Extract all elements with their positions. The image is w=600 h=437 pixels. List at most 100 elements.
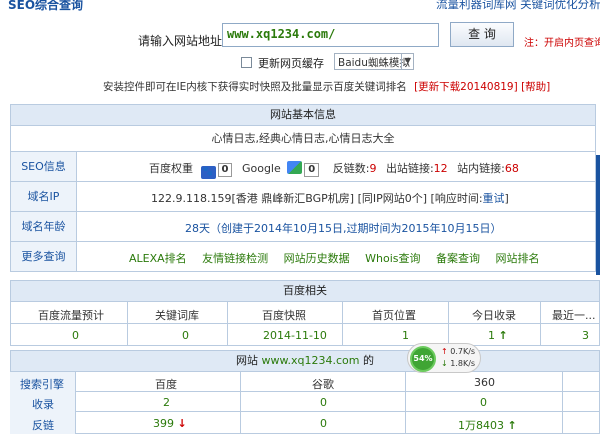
val-today-index: 1 ↑	[488, 329, 508, 342]
col-snapshot: 百度快照	[262, 309, 306, 322]
index-row-label: 收录	[32, 398, 54, 411]
arrow-up-icon: ↑	[498, 329, 508, 342]
index-360[interactable]: 0	[480, 396, 487, 409]
more-queries-label[interactable]: 更多查询	[11, 242, 77, 271]
backlinks-value[interactable]: 9	[369, 162, 376, 175]
engines-header: 网站 www.xq1234.com 的	[10, 350, 600, 372]
domain-age-row: 域名年龄 28天（创建于2014年10月15日,过期时间为2015年10月15日…	[10, 212, 596, 242]
download-speed-value: 1.8K/s	[450, 359, 476, 368]
val-snapshot[interactable]: 2014-11-10	[263, 329, 327, 342]
domain-age-label[interactable]: 域名年龄	[11, 212, 77, 241]
engines-heading-domain[interactable]: www.xq1234.com	[262, 354, 360, 367]
google-pr-value[interactable]: 0	[304, 163, 320, 177]
backlinks-google[interactable]: 0	[320, 417, 327, 430]
backlinks-label: 反链数:	[332, 162, 370, 175]
col-recent: 最近一...	[552, 309, 596, 322]
index-google[interactable]: 0	[320, 396, 327, 409]
response-label: [响应时间:	[430, 192, 483, 205]
site-rank-link[interactable]: 网站排名	[496, 252, 540, 265]
engine-col-360: 360	[474, 376, 495, 389]
col-keywords: 关键词库	[155, 309, 199, 322]
domain-ip-label[interactable]: 域名IP	[11, 182, 77, 211]
grid-divider	[405, 372, 406, 434]
col-today-index: 今日收录	[472, 309, 516, 322]
seo-info-row: SEO信息 百度权重 🐾 0 Google 0 反链数:9 出站链接:12 站内链…	[10, 152, 596, 182]
site-title-row: 心情日志,经典心情日志,心情日志大全	[10, 126, 596, 152]
ip-info: 122.9.118.159[香港 鼎峰新汇BGP机房] [同IP网站0个] [响…	[151, 190, 509, 206]
seo-metrics: 百度权重 🐾 0 Google 0 反链数:9 出站链接:12 站内链接:68	[149, 160, 519, 179]
upload-speed: ↑ 0.7K/s	[441, 347, 475, 356]
page-title: SEO综合查询	[8, 0, 84, 12]
help-link[interactable]: [帮助]	[521, 81, 550, 93]
val-traffic: 0	[72, 329, 79, 342]
url-label: 请输入网站地址：	[138, 34, 235, 48]
network-speed-widget[interactable]: 54% ↑ 0.7K/s ↓ 1.8K/s	[407, 343, 481, 373]
inner-page-note[interactable]: 注：开启内页查询	[524, 34, 600, 49]
val-keywords[interactable]: 0	[182, 329, 189, 342]
baidu-weight-value[interactable]: 0	[217, 163, 233, 177]
more-queries-row: 更多查询 ALEXA排名 友情链接检测 网站历史数据 Whois查询 备案查询 …	[10, 242, 596, 272]
grid-divider	[342, 302, 343, 346]
top-nav-links[interactable]: 流量利器词库网 关键词优化分析	[436, 0, 600, 12]
upload-speed-value: 0.7K/s	[450, 347, 476, 356]
friend-link-check[interactable]: 友情链接检测	[202, 252, 268, 265]
top-bar: SEO综合查询 流量利器词库网 关键词优化分析	[0, 0, 600, 14]
col-traffic: 百度流量预计	[38, 309, 104, 322]
outbound-value[interactable]: 12	[434, 162, 448, 175]
backlinks-row-label: 反链	[32, 419, 54, 432]
google-label: Google	[241, 162, 281, 175]
retest-link[interactable]: 重试	[483, 192, 505, 205]
basic-info-header: 网站基本信息	[10, 104, 596, 126]
engines-row-index	[10, 392, 600, 412]
side-tab[interactable]	[596, 155, 600, 275]
speed-percent: 54%	[410, 346, 436, 372]
backlinks-360[interactable]: 1万8403	[458, 419, 504, 432]
baidu-weight-label: 百度权重	[149, 162, 193, 175]
outbound-label: 出站链接:	[385, 162, 434, 175]
grid-divider	[227, 302, 228, 346]
grid-divider	[540, 302, 541, 346]
backlinks-360-cell: 1万8403 ↑	[458, 417, 517, 433]
baidu-heading: 百度相关	[283, 284, 327, 297]
internal-value[interactable]: 68	[505, 162, 519, 175]
index-baidu[interactable]: 2	[163, 396, 170, 409]
backlinks-baidu-cell: 399 ↓	[153, 417, 187, 430]
backlinks-baidu[interactable]: 399	[153, 417, 174, 430]
grid-divider	[127, 302, 128, 346]
query-button[interactable]: 查 询	[450, 22, 514, 47]
engine-col-baidu: 百度	[155, 378, 177, 391]
upload-arrow-icon: ↑	[441, 347, 448, 356]
download-arrow-icon: ↓	[441, 359, 448, 368]
engines-columns-row	[10, 372, 600, 392]
grid-divider	[562, 372, 563, 434]
val-recent: 3	[582, 329, 589, 342]
update-cache-checkbox[interactable]	[241, 57, 252, 68]
seo-info-label[interactable]: SEO信息	[11, 152, 77, 181]
more-queries-links: ALEXA排名 友情链接检测 网站历史数据 Whois查询 备案查询 网站排名	[129, 250, 540, 266]
history-data-link[interactable]: 网站历史数据	[284, 252, 350, 265]
baidu-paw-icon: 🐾	[200, 166, 216, 179]
basic-info-heading: 网站基本信息	[270, 108, 336, 121]
update-cache-label: 更新网页缓存	[258, 57, 324, 70]
col-home-position: 首页位置	[372, 309, 416, 322]
install-text: 安装控件即可在IE内核下获得实时快照及批量显示百度关键词排名	[103, 81, 407, 93]
domain-ip-row: 域名IP 122.9.118.159[香港 鼎峰新汇BGP机房] [同IP网站0…	[10, 182, 596, 212]
engine-col-label: 搜索引擎	[20, 378, 64, 391]
same-ip-link[interactable]: [同IP网站0个]	[358, 192, 427, 205]
beian-link[interactable]: 备案查询	[436, 252, 480, 265]
url-input[interactable]: www.xq1234.com/	[222, 23, 439, 47]
engine-col-google: 谷歌	[312, 378, 334, 391]
engines-heading-suffix: 的	[362, 354, 374, 367]
whois-link[interactable]: Whois查询	[365, 252, 420, 265]
google-pr-icon	[287, 161, 303, 174]
chevron-down-icon[interactable]: ▼	[401, 53, 414, 70]
val-today-index-number[interactable]: 1	[488, 329, 495, 342]
arrow-up-icon: ↑	[507, 419, 517, 432]
download-link[interactable]: [更新下载20140819]	[414, 81, 518, 93]
arrow-down-icon: ↓	[177, 417, 187, 430]
response-close: ]	[504, 192, 509, 205]
site-title: 心情日志,经典心情日志,心情日志大全	[211, 132, 395, 145]
alexa-link[interactable]: ALEXA排名	[129, 252, 187, 265]
ip-value: 122.9.118.159[香港 鼎峰新汇BGP机房]	[151, 192, 355, 205]
grid-divider	[448, 302, 449, 346]
